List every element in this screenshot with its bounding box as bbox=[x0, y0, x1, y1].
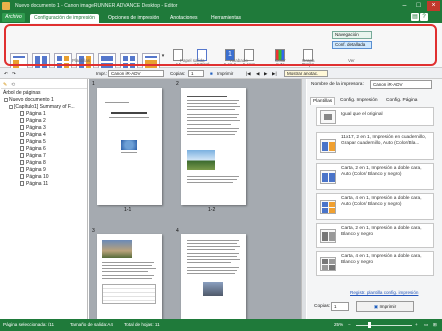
tree-page-7[interactable]: Página 7 bbox=[20, 153, 46, 159]
printer-name-select[interactable]: Canon iR-ADV bbox=[370, 80, 432, 89]
tree-root-node[interactable]: - Nuevo documento 1 bbox=[4, 97, 54, 103]
navigation-button[interactable]: Navegación bbox=[332, 31, 372, 39]
template-card-6[interactable]: Carta, 4 en 1, Impresión a doble cara, B… bbox=[316, 251, 434, 276]
tree-page-3[interactable]: Página 3 bbox=[20, 125, 46, 131]
tree-page-2[interactable]: Página 2 bbox=[20, 118, 46, 124]
fit-width-icon[interactable]: ⊞ bbox=[433, 322, 437, 328]
zoom-out-icon[interactable]: − bbox=[348, 322, 351, 327]
tree-chapter-node[interactable]: - [Capítulo1] Summary of F... bbox=[9, 104, 75, 110]
tree-page-11[interactable]: Página 11 bbox=[20, 181, 48, 187]
page-number-4: 4 bbox=[176, 228, 179, 234]
template-6-icon bbox=[320, 257, 336, 271]
page-label-1-1: 1-1 bbox=[124, 207, 132, 213]
maximize-button[interactable]: □ bbox=[412, 1, 425, 11]
preview-page-4[interactable] bbox=[181, 234, 246, 319]
page-label-1-2: 1-2 bbox=[208, 207, 216, 213]
zoom-slider-thumb[interactable] bbox=[368, 322, 371, 328]
template-card-2[interactable]: 11x17, 2 en 1, Impresión en cuadernillo,… bbox=[316, 132, 434, 160]
page-number-2: 2 bbox=[176, 81, 179, 87]
tree-page-8[interactable]: Página 8 bbox=[20, 160, 46, 166]
group-label-paper: Papel salida bbox=[180, 58, 205, 63]
options-icon[interactable]: ▤ bbox=[411, 13, 419, 21]
close-button[interactable]: × bbox=[427, 1, 440, 11]
template-4-icon bbox=[320, 200, 336, 214]
panel-copies-label: Copias: bbox=[314, 304, 331, 309]
zoom-level[interactable]: 25% bbox=[334, 322, 343, 327]
templates-more-icon[interactable]: ▾ bbox=[160, 53, 166, 59]
tree-edit-icon[interactable]: ⟲ bbox=[11, 82, 15, 88]
preview-page-1[interactable] bbox=[97, 88, 162, 205]
template-card-5[interactable]: Carta, 2 en 1, Impresión a doble cara, B… bbox=[316, 223, 434, 248]
printer-select[interactable]: Canon iR-ADV bbox=[108, 70, 164, 77]
toolbar: ↶ ↷ Impr.: Canon iR-ADV Copias: 1 ■ Impr… bbox=[0, 68, 442, 79]
register-template-link[interactable]: Registr. plantilla config. impresión bbox=[350, 290, 418, 295]
print-label[interactable]: Imprimir bbox=[217, 70, 233, 77]
help-icon[interactable]: ? bbox=[420, 13, 428, 21]
tree-page-10[interactable]: Página 10 bbox=[20, 174, 49, 180]
printer-label: Impr.: bbox=[96, 71, 108, 76]
template-3-icon bbox=[320, 170, 336, 184]
ribbon: ▾ A4 Vertical 11 en 1 1 cara Auto Grapa … bbox=[0, 23, 442, 71]
page-tree-toolbar: ✎ ⟲ bbox=[1, 80, 87, 89]
template-2-icon bbox=[320, 139, 336, 153]
printer-name-label: Nombre de la impresora: bbox=[311, 82, 364, 87]
template-5-icon bbox=[320, 229, 336, 243]
file-menu-button[interactable]: Archivo bbox=[2, 13, 25, 22]
tab-print-config[interactable]: Config. Impresión bbox=[338, 97, 380, 105]
status-total-sheets: Total de hojas: 11 bbox=[124, 322, 160, 327]
status-selected-page: Página seleccionada: /11 bbox=[3, 322, 54, 327]
tree-page-4[interactable]: Página 4 bbox=[20, 132, 46, 138]
status-bar: Página seleccionada: /11 Tamaño de salid… bbox=[0, 319, 442, 331]
tree-page-1[interactable]: Página 1 bbox=[20, 111, 46, 117]
template-card-1[interactable]: Igual que el original bbox=[316, 107, 434, 126]
tab-print-settings[interactable]: Configuración de impresión bbox=[30, 14, 99, 23]
group-label-view: Ver bbox=[348, 58, 355, 63]
zoom-in-icon[interactable]: + bbox=[415, 322, 418, 327]
template-card-3[interactable]: Carta, 2 en 1, Impresión a doble cara, A… bbox=[316, 163, 434, 190]
page-tree-panel: ✎ ⟲ Árbol de páginas - Nuevo documento 1 … bbox=[0, 79, 88, 319]
template-1-icon bbox=[320, 110, 336, 124]
tree-page-6[interactable]: Página 6 bbox=[20, 146, 46, 152]
group-label-templates: Plantillas bbox=[72, 58, 91, 63]
tab-tools[interactable]: Herramientas bbox=[207, 14, 245, 23]
panel-copies-input[interactable]: 1 bbox=[331, 302, 349, 311]
copies-input[interactable]: 1 bbox=[188, 70, 204, 77]
page-tree-header: Árbol de páginas bbox=[3, 90, 41, 96]
undo-icon[interactable]: ↶ bbox=[4, 70, 8, 77]
redo-icon[interactable]: ↷ bbox=[12, 70, 16, 77]
title-bar: Nuevo documento 1 - Canon imageRUNNER AD… bbox=[0, 0, 442, 12]
tab-page-config[interactable]: Config. Página bbox=[384, 97, 419, 105]
zoom-slider[interactable] bbox=[356, 325, 412, 326]
group-label-color: Color bbox=[275, 58, 286, 63]
app-logo-icon bbox=[2, 2, 10, 10]
next-page-icon[interactable]: ▶ bbox=[264, 70, 267, 77]
preview-scrollbar[interactable] bbox=[301, 79, 306, 319]
preview-page-2[interactable] bbox=[181, 88, 246, 205]
template-card-4[interactable]: Carta, 4 en 1, Impresión a doble cara, A… bbox=[316, 193, 434, 220]
copies-label: Copias: bbox=[170, 71, 186, 76]
tab-print-options[interactable]: Opciones de impresión bbox=[104, 14, 163, 23]
tab-templates[interactable]: Plantillas bbox=[310, 97, 336, 105]
page-number-1: 1 bbox=[92, 81, 95, 87]
first-page-icon[interactable]: |◀ bbox=[246, 70, 251, 77]
group-label-staple: Grapa bbox=[302, 58, 315, 63]
print-icon[interactable]: ■ bbox=[210, 70, 213, 77]
show-annotations-button[interactable]: Mostrar anotac. bbox=[284, 70, 328, 77]
tab-annotations[interactable]: Anotaciones bbox=[166, 14, 202, 23]
fit-page-icon[interactable]: ▭ bbox=[424, 322, 428, 328]
status-output-size: Tamaño de salida:A4 bbox=[70, 322, 113, 327]
tree-page-5[interactable]: Página 5 bbox=[20, 139, 46, 145]
last-page-icon[interactable]: ▶| bbox=[272, 70, 277, 77]
ribbon-tab-bar: Archivo Configuración de impresión Opcio… bbox=[0, 12, 442, 23]
tree-add-icon[interactable]: ✎ bbox=[3, 82, 7, 88]
minimize-button[interactable]: – bbox=[398, 1, 411, 11]
page-number-3: 3 bbox=[92, 228, 95, 234]
preview-page-3[interactable] bbox=[97, 234, 162, 319]
group-label-finishing: Acabado bbox=[230, 58, 248, 63]
detailed-config-button[interactable]: Conf. detallada bbox=[332, 41, 372, 49]
window-title: Nuevo documento 1 - Canon imageRUNNER AD… bbox=[15, 3, 178, 9]
tree-page-9[interactable]: Página 9 bbox=[20, 167, 46, 173]
prev-page-icon[interactable]: ◀ bbox=[256, 70, 259, 77]
panel-print-button[interactable]: ▣ Imprimir bbox=[356, 301, 414, 312]
